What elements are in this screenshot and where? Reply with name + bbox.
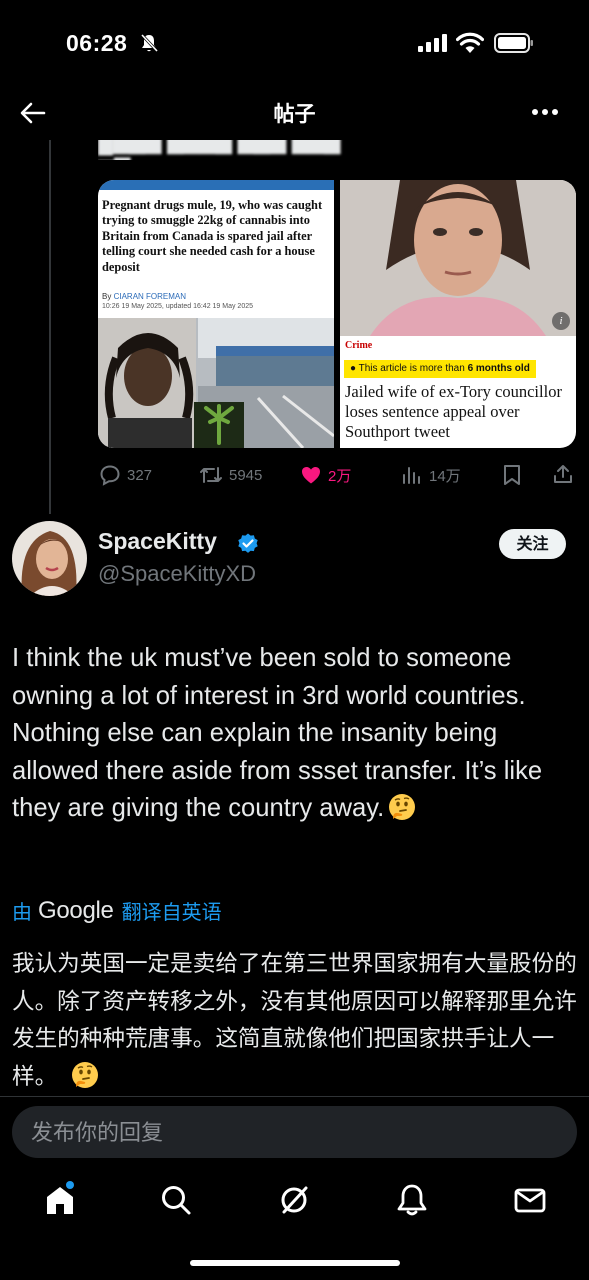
repost-icon (200, 467, 222, 483)
author-name[interactable]: SpaceKitty (98, 528, 217, 555)
views-icon (403, 467, 420, 484)
translation-attribution[interactable]: 由 Google 翻译自英语 (12, 896, 222, 925)
follow-button[interactable]: 关注 (499, 529, 566, 559)
like-action[interactable]: 2万 (300, 462, 351, 488)
article-dateline: 10:26 19 May 2025, updated 16:42 19 May … (102, 303, 254, 310)
wifi-icon (456, 32, 484, 53)
cellular-signal-icon (418, 34, 447, 52)
divider (0, 1096, 589, 1097)
article-age-badge: ● This article is more than 6 months old (344, 360, 536, 378)
news-photo-composite (98, 318, 334, 448)
repost-count: 5945 (229, 466, 263, 484)
thread-line (49, 140, 51, 514)
google-logo: Google (38, 896, 114, 924)
info-icon[interactable]: i (552, 312, 570, 330)
views-action[interactable]: 14万 (401, 462, 461, 488)
reply-action[interactable]: 327 (99, 462, 152, 488)
like-icon (302, 467, 320, 484)
page-title: 帖子 (273, 103, 316, 126)
reply-input[interactable] (29, 1106, 553, 1160)
media-image-daily-mail[interactable]: Pregnant drugs mule, 19, who was caught … (98, 180, 334, 448)
messages-icon[interactable] (512, 1182, 548, 1218)
thinking-face-emoji (72, 1061, 99, 1088)
bell-muted-icon (140, 33, 158, 53)
bookmark-icon[interactable] (502, 464, 522, 486)
article-headline: Pregnant drugs mule, 19, who was caught … (102, 198, 323, 274)
home-notification-dot (66, 1181, 74, 1189)
more-icon[interactable] (530, 104, 560, 120)
share-icon[interactable] (552, 463, 574, 485)
like-count: 2万 (328, 467, 352, 485)
mugshot-photo: i (340, 180, 576, 336)
search-icon[interactable] (158, 1182, 194, 1218)
repost-action[interactable]: 5945 (199, 462, 262, 488)
author-handle[interactable]: @SpaceKittyXD (98, 561, 256, 587)
battery-icon (494, 33, 533, 53)
translated-text: 我认为英国一定是卖给了在第三世界国家拥有大量股份的人。除了资产转移之外，没有其他… (12, 951, 577, 1090)
avatar[interactable] (12, 521, 87, 596)
article-byline: By CIARAN FOREMAN (102, 292, 187, 301)
post-media-grid[interactable]: Pregnant drugs mule, 19, who was caught … (98, 180, 576, 448)
verified-icon (238, 533, 258, 553)
thinking-face-emoji (389, 794, 416, 820)
reply-count: 327 (127, 466, 153, 484)
notifications-icon[interactable] (394, 1182, 430, 1218)
status-time: 06:28 (66, 30, 128, 56)
article-section: Crime (345, 340, 373, 351)
views-count: 14万 (429, 467, 461, 485)
article-headline: Jailed wife of ex-Tory councillor loses … (345, 382, 562, 441)
reply-box[interactable] (12, 1106, 577, 1160)
home-indicator (190, 1260, 400, 1266)
post-text: I think the uk must’ve been sold to some… (12, 644, 543, 822)
media-image-guardian[interactable]: i Crime ● This article is more than 6 mo… (340, 180, 576, 448)
grok-icon[interactable] (276, 1182, 312, 1218)
reply-icon (100, 465, 120, 486)
previous-post-text-cutoff: █▆▇▆ ▇▆▆▇ ▆▇▆ ▆▆▇ ▆▇. (98, 140, 341, 160)
